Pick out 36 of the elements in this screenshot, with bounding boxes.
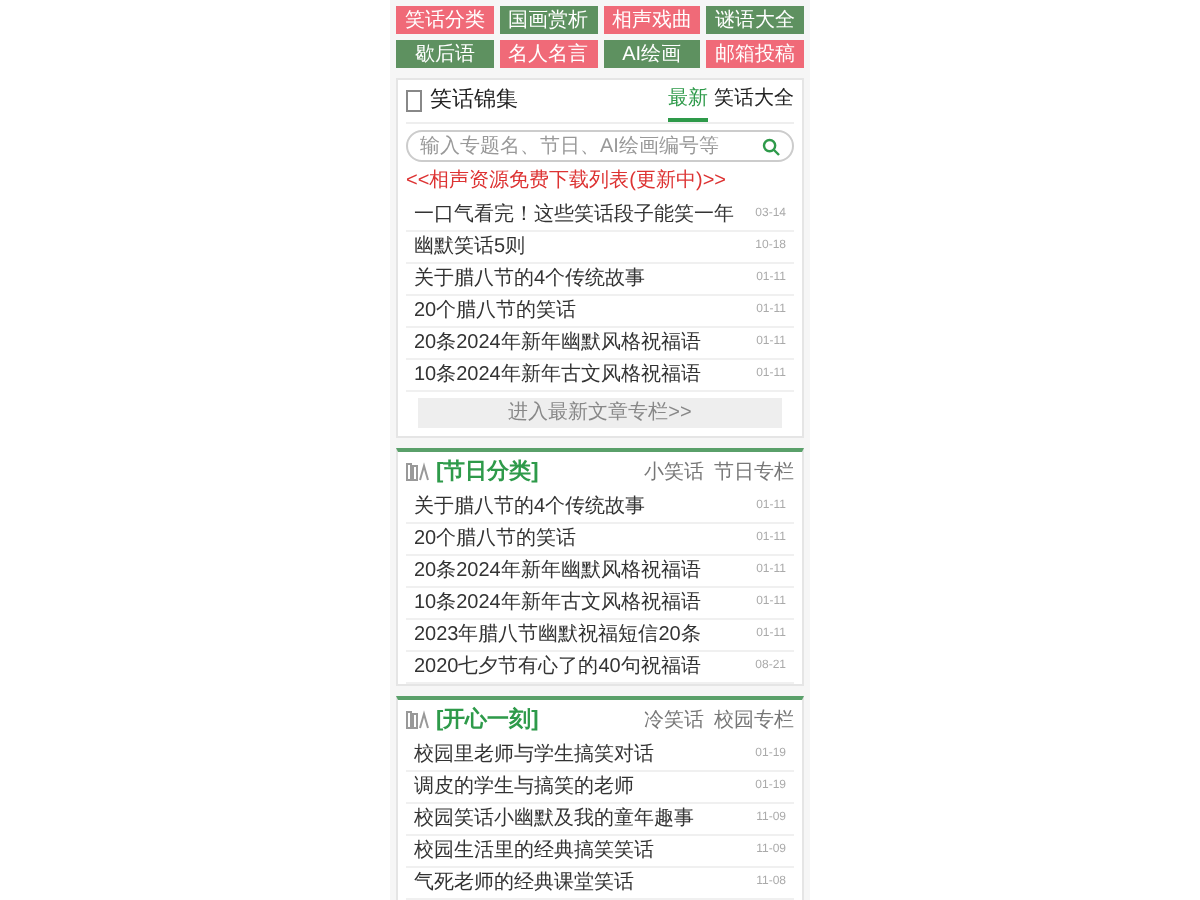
section-title: [节日分类] xyxy=(436,457,539,488)
nav-button[interactable]: 歇后语 xyxy=(396,40,494,68)
article-link[interactable]: 2020七夕节有心了的40句祝福语 xyxy=(414,652,701,682)
page-icon xyxy=(406,90,422,112)
section-link[interactable]: 节日专栏 xyxy=(714,457,794,487)
books-icon xyxy=(406,462,430,482)
article-link[interactable]: 2023年腊八节幽默祝福短信20条 xyxy=(414,620,701,650)
article-link[interactable]: 关于腊八节的4个传统故事 xyxy=(414,264,646,294)
article-link[interactable]: 10条2024年新年古文风格祝福语 xyxy=(414,360,701,390)
tab[interactable]: 笑话大全 xyxy=(714,80,794,122)
notice-link[interactable]: <<相声资源免费下载列表(更新中)>> xyxy=(406,166,794,196)
article-link[interactable]: 10条2024年新年古文风格祝福语 xyxy=(414,588,701,618)
article-link[interactable]: 20个腊八节的笑话 xyxy=(414,524,577,554)
article-link[interactable]: 20条2024年新年幽默风格祝福语 xyxy=(414,328,701,358)
article-link[interactable]: 幽默笑话5则 xyxy=(414,232,526,262)
section-link[interactable]: 小笑话 xyxy=(644,457,704,487)
section-link[interactable]: 冷笑话 xyxy=(644,705,704,735)
card-title: 笑话锦集 xyxy=(430,86,518,117)
article-link[interactable]: 20个腊八节的笑话 xyxy=(414,296,577,326)
article-link[interactable]: 校园笑话小幽默及我的童年趣事 xyxy=(414,804,694,834)
article-link[interactable]: 校园里老师与学生搞笑对话 xyxy=(414,740,654,770)
books-icon xyxy=(406,710,430,730)
section-title: [开心一刻] xyxy=(436,705,539,736)
nav-button[interactable]: AI绘画 xyxy=(603,40,701,68)
search-icon xyxy=(762,137,780,155)
search-field[interactable]: 输入专题名、节日、AI绘画编号等 xyxy=(406,130,794,162)
article-link[interactable]: 校园生活里的经典搞笑笑话 xyxy=(414,836,654,866)
nav-button[interactable]: 国画赏析 xyxy=(499,6,597,34)
article-link[interactable]: 关于腊八节的4个传统故事 xyxy=(414,492,646,522)
nav-button[interactable]: 谜语大全 xyxy=(706,6,804,34)
section-link[interactable]: 校园专栏 xyxy=(714,705,794,735)
article-link[interactable]: 调皮的学生与搞笑的老师 xyxy=(414,772,634,802)
article-link[interactable]: 一口气看完！这些笑话段子能笑一年 xyxy=(414,200,734,230)
article-link[interactable]: 气死老师的经典课堂笑话 xyxy=(414,868,634,898)
article-link[interactable]: 20条2024年新年幽默风格祝福语 xyxy=(414,556,701,586)
tab[interactable]: 最新 xyxy=(668,80,708,122)
